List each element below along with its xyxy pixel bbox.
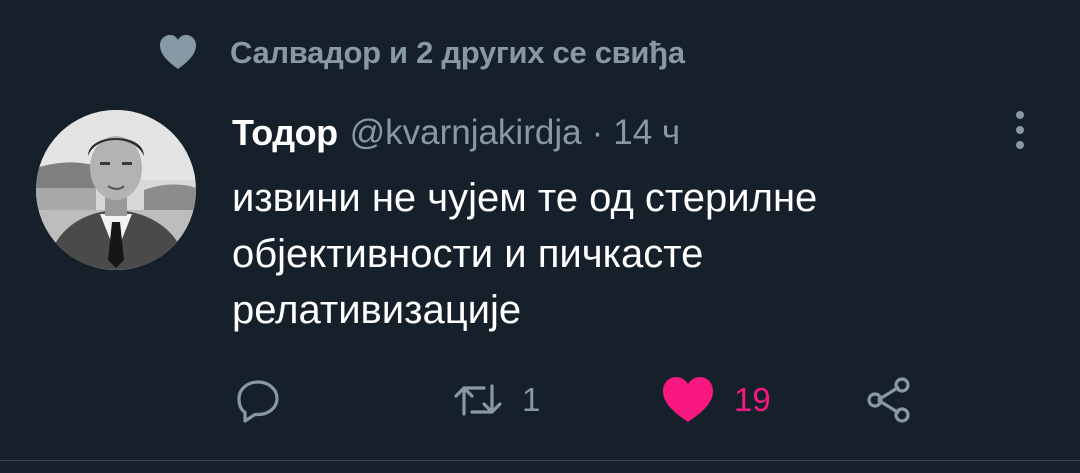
action-bar: 1 19: [0, 370, 1080, 430]
retweet-icon: [454, 384, 502, 416]
more-button[interactable]: [1004, 106, 1036, 158]
tweet-text-line: објективности и пичкасте: [232, 232, 704, 276]
like-count: 19: [734, 381, 771, 418]
social-context[interactable]: Салвадор и 2 других се свиђа: [158, 30, 685, 76]
tweet-header: Тодор @kvarnjakirdja · 14 ч: [232, 108, 680, 158]
tweet-text-line: извини не чујем те од стерилне: [232, 176, 818, 220]
reply-icon: [237, 380, 279, 423]
share-button[interactable]: [864, 370, 914, 430]
tweet-text: извини не чујем те од стерилне објективн…: [232, 170, 972, 338]
avatar[interactable]: [36, 110, 196, 270]
avatar-image: [36, 110, 196, 270]
heart-icon: [160, 35, 196, 69]
display-name[interactable]: Тодор: [232, 112, 338, 154]
reply-button[interactable]: [234, 370, 282, 430]
share-icon: [867, 377, 910, 423]
more-vertical-icon: [1016, 111, 1024, 149]
like-button[interactable]: 19: [660, 370, 771, 430]
tweet-text-line: релативизације: [232, 288, 522, 332]
separator: ·: [591, 113, 604, 152]
user-handle[interactable]: @kvarnjakirdja: [350, 113, 582, 153]
retweet-button[interactable]: 1: [452, 370, 540, 430]
heart-filled-icon: [663, 377, 713, 422]
timestamp[interactable]: 14 ч: [613, 113, 680, 153]
divider: [0, 460, 1080, 461]
retweet-count: 1: [522, 381, 541, 418]
social-context-text: Салвадор и 2 других се свиђа: [230, 35, 685, 70]
